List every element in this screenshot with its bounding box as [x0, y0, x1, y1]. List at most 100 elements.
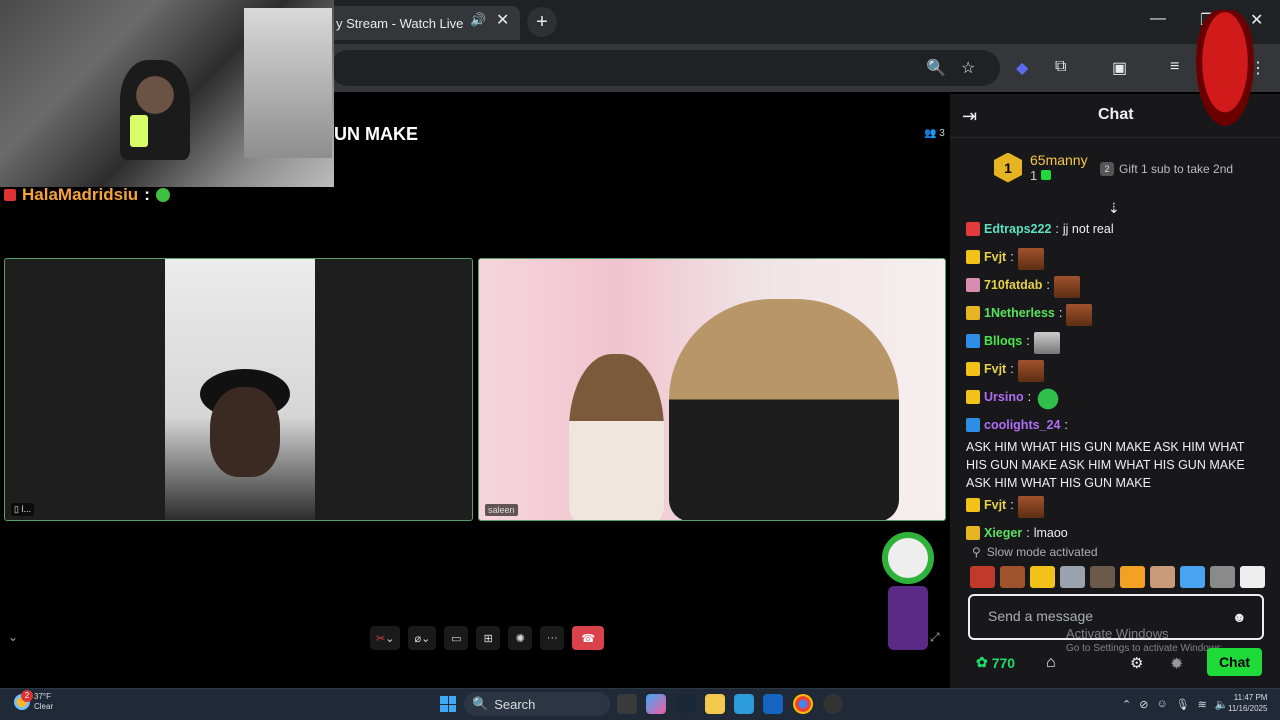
taskbar-search[interactable]: 🔍 Search [464, 692, 610, 716]
send-chat-button[interactable]: Chat [1207, 648, 1262, 676]
chat-message[interactable]: Blloqs: [966, 332, 1266, 356]
close-tab-icon[interactable]: ✕ [496, 10, 509, 30]
chat-username[interactable]: Fvjt [984, 496, 1006, 514]
chat-title: Chat [1098, 106, 1134, 123]
video-tile-right[interactable]: saleen [478, 258, 946, 521]
emote-9[interactable] [1210, 566, 1235, 588]
copilot-icon[interactable] [646, 694, 666, 714]
points-icon: ✿ [976, 654, 988, 670]
tab-title: y Stream - Watch Live [336, 15, 464, 31]
volume-icon[interactable]: 🔈 [1215, 698, 1229, 711]
people-icon[interactable]: ☺ [1156, 698, 1167, 711]
file-explorer-icon[interactable] [705, 694, 725, 714]
chat-username[interactable]: 710fatdab [984, 276, 1042, 294]
emote-8[interactable] [1180, 566, 1205, 588]
emote-10[interactable] [1240, 566, 1265, 588]
emote-3[interactable] [1030, 566, 1055, 588]
emote-2[interactable] [1000, 566, 1025, 588]
chat-separator: : [1058, 306, 1063, 320]
chat-username[interactable]: 1Netherless [984, 304, 1055, 322]
slow-mode-notice: ⚲ Slow mode activated [972, 545, 1098, 559]
chat-text: lmaoo [1033, 526, 1068, 540]
camera-off-button[interactable]: ⌀ ⌄ [408, 626, 437, 650]
emote-4[interactable] [1060, 566, 1085, 588]
photos-icon[interactable] [734, 694, 754, 714]
gift-leaderboard[interactable]: 1 65manny 1 [994, 152, 1088, 183]
chat-username[interactable]: Xieger [984, 524, 1022, 542]
taskbar-clock[interactable]: 11:47 PM 11/16/2025 [1228, 692, 1267, 714]
media-control-icon[interactable]: ≡ [1170, 58, 1179, 76]
new-tab-button[interactable]: + [527, 7, 557, 37]
gift-sub-text: Gift 1 sub to take 2nd [1119, 162, 1234, 176]
emote-1[interactable] [970, 566, 995, 588]
wifi-icon[interactable]: ≋ [1198, 698, 1207, 711]
chat-username[interactable]: Ursino [984, 388, 1024, 406]
emote-7[interactable] [1150, 566, 1175, 588]
system-tray: ⌃ ⊘ ☺ 🎙 ≋ 🔈 [1122, 698, 1229, 711]
steam-icon[interactable] [676, 694, 696, 714]
chat-username[interactable]: Fvjt [984, 248, 1006, 266]
app-icon[interactable] [823, 694, 843, 714]
emote-6[interactable] [1120, 566, 1145, 588]
red-badge-icon [4, 189, 16, 201]
chat-message[interactable]: 1Netherless: [966, 304, 1266, 328]
task-view-icon[interactable] [617, 694, 637, 714]
video-tile-left[interactable]: ▯ l... [4, 258, 473, 521]
chat-message[interactable]: Edtraps222: jj not real [966, 220, 1266, 244]
windows-start-icon[interactable] [440, 696, 456, 712]
more-options-button[interactable]: ··· [540, 626, 565, 650]
hang-up-button[interactable]: ☎ [572, 626, 605, 650]
chat-username[interactable]: Fvjt [984, 360, 1006, 378]
bookmark-star-icon[interactable]: ☆ [961, 58, 975, 78]
share-screen-button[interactable]: ▭ [444, 626, 469, 650]
layout-button[interactable]: ⊞ [476, 626, 501, 650]
chat-message-input[interactable] [988, 608, 1208, 624]
effects-button[interactable]: ✺ [508, 626, 533, 650]
chevron-down-icon[interactable]: ⌄ [8, 630, 18, 644]
weather-alert-count: 2 [21, 690, 33, 702]
chrome-icon[interactable] [793, 694, 813, 714]
chat-username[interactable]: Blloqs [984, 332, 1022, 350]
chat-separator: : [1046, 278, 1050, 292]
camera-off-tray-icon[interactable]: ⊘ [1139, 698, 1148, 711]
microphone-icon[interactable]: 🎙 [1176, 698, 1190, 711]
chat-username[interactable]: Edtraps222 [984, 220, 1051, 238]
chat-message[interactable]: Fvjt: [966, 496, 1266, 520]
fullscreen-icon[interactable]: ⤢ [930, 630, 940, 645]
chat-message[interactable]: Fvjt: [966, 248, 1266, 272]
browser-tab[interactable]: y Stream - Watch Live [320, 6, 520, 40]
extension-diamond-icon[interactable]: ◆ [1016, 58, 1028, 78]
emoji-icon[interactable]: ☻ [1232, 609, 1247, 625]
slow-mode-icon: ⚲ [972, 545, 981, 559]
chevron-up-icon[interactable]: ⌃ [1122, 698, 1131, 711]
close-window-icon[interactable]: ✕ [1250, 10, 1263, 30]
store-app-icon[interactable] [763, 694, 783, 714]
chat-message[interactable]: coolights_24: ASK HIM WHAT HIS GUN MAKE A… [966, 416, 1266, 492]
glowing-cup [130, 115, 148, 147]
tile-label-right: saleen [485, 504, 518, 516]
chat-scroll-icon[interactable]: ⇣ [1108, 200, 1120, 217]
speaker-icon[interactable]: 🔊 [470, 12, 486, 28]
minimize-icon[interactable]: — [1150, 10, 1166, 28]
collapse-chat-icon[interactable]: ⇥ [962, 106, 977, 127]
store-icon[interactable]: ⌂ [1046, 654, 1056, 672]
call-controls: ✂ ⌄ ⌀ ⌄ ▭ ⊞ ✺ ··· ☎ [370, 626, 605, 650]
chat-username[interactable]: coolights_24 [984, 416, 1060, 434]
extensions-icon[interactable]: ⧉ [1055, 58, 1066, 76]
chat-message[interactable]: Fvjt: [966, 360, 1266, 384]
chat-message[interactable]: 710fatdab: [966, 276, 1266, 300]
chat-separator: : [1026, 334, 1030, 348]
address-bar[interactable] [330, 50, 1000, 86]
weather-widget[interactable]: 2 37°F Clear [14, 690, 53, 712]
cast-search-icon[interactable]: ▣ [1112, 58, 1127, 78]
gear-icon[interactable]: ⚙ [1130, 654, 1143, 672]
channel-points[interactable]: ✿ 770 [976, 654, 1015, 671]
zoom-icon[interactable]: 🔍 [926, 58, 946, 78]
emote-5[interactable] [1090, 566, 1115, 588]
chat-emote [1035, 388, 1062, 410]
chat-message[interactable]: Ursino: [966, 388, 1266, 412]
mic-muted-button[interactable]: ✂ ⌄ [370, 626, 401, 650]
badge-icon[interactable]: ✹ [1170, 654, 1183, 674]
gift-sub-prompt[interactable]: 2 Gift 1 sub to take 2nd [1100, 162, 1233, 176]
chat-separator: : [1026, 526, 1030, 540]
